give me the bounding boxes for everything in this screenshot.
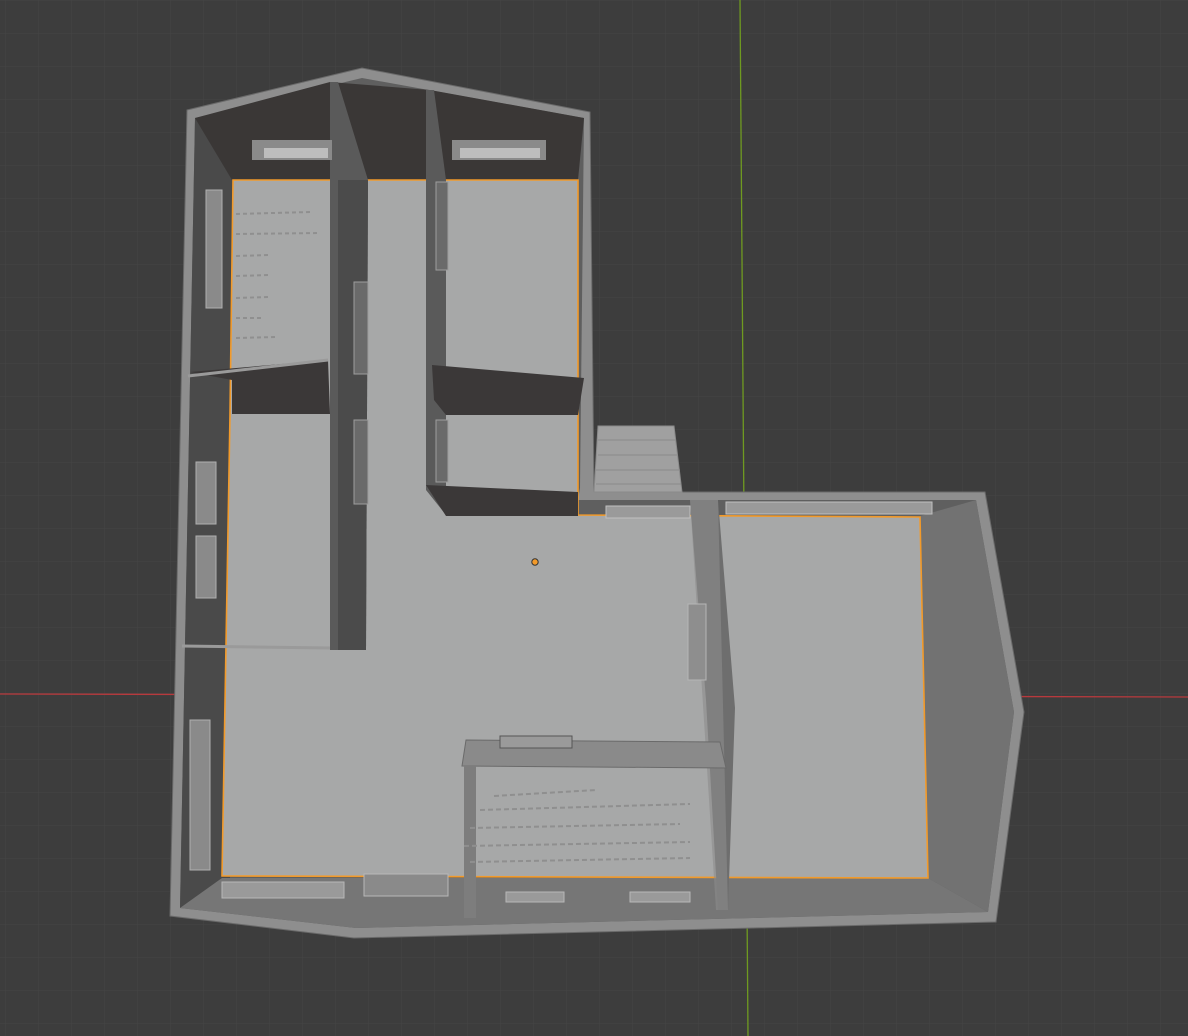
viewport-canvas[interactable] [0, 0, 1188, 1036]
sink [499, 735, 573, 749]
door-mid-room-1 [435, 181, 449, 271]
staircase [593, 425, 683, 493]
window-right-wing-top-2 [725, 501, 933, 515]
window-left-1 [205, 189, 223, 309]
window-bottom-1 [221, 881, 345, 899]
window-left-3 [195, 535, 217, 599]
object-origin-marker[interactable] [531, 558, 539, 566]
counter-side [464, 766, 476, 918]
window-top-left [252, 140, 332, 160]
door-corridor-1 [353, 281, 369, 375]
3d-viewport[interactable] [0, 0, 1188, 1036]
window-right-wing-top-1 [605, 505, 691, 519]
window-bottom-4 [629, 891, 691, 903]
window-left-2 [195, 461, 217, 525]
interior-wall-left-corridor-face [338, 180, 368, 650]
window-bottom-3 [505, 891, 565, 903]
door-corridor-2 [353, 419, 369, 505]
window-left-4 [189, 719, 211, 871]
door-right-partition [687, 603, 707, 681]
window-bottom-2 [363, 873, 449, 897]
door-mid-room-2 [435, 419, 449, 483]
window-top-right [452, 140, 546, 160]
left-lower-room-edge [181, 644, 331, 650]
